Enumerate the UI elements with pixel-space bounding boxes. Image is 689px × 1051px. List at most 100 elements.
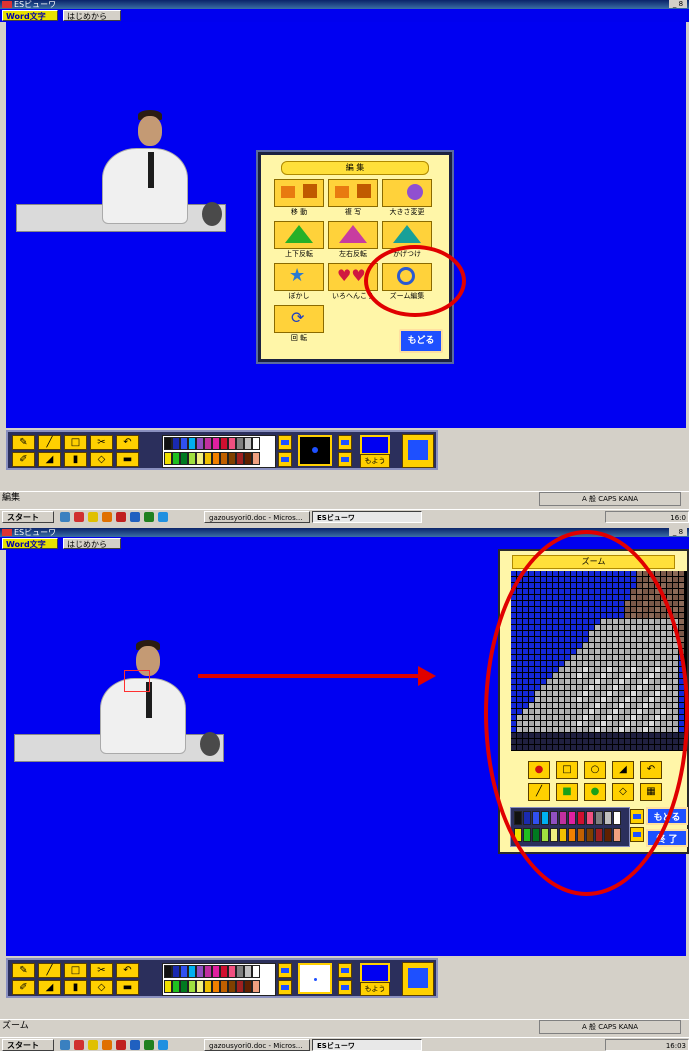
rectangle-tool-button[interactable]: □ <box>64 435 87 450</box>
zoom-pixel[interactable] <box>673 607 678 612</box>
zoom-pixel[interactable] <box>673 595 678 600</box>
swatch[interactable] <box>164 980 172 993</box>
zoom-pixel[interactable] <box>667 589 672 594</box>
zoom-selection-box[interactable] <box>124 670 150 692</box>
zoom-pixel[interactable] <box>679 589 684 594</box>
ime-toolbar[interactable]: A 般 CAPS KANA <box>539 492 681 506</box>
spray-tool-button[interactable]: ◢ <box>38 452 61 467</box>
tile-blur[interactable]: ★ ぼかし <box>273 263 325 303</box>
task-word-doc[interactable]: gazousyori0.doc - Micros... <box>204 511 310 523</box>
word-text-button[interactable]: Word文字 <box>2 10 58 21</box>
desktop-icon[interactable] <box>60 1040 70 1050</box>
restart-button[interactable]: はじめから <box>63 10 121 21</box>
pattern-button[interactable]: もよう <box>360 454 390 468</box>
ime-toolbar[interactable]: A 般 CAPS KANA <box>539 1020 681 1034</box>
task-word-doc[interactable]: gazousyori0.doc - Micros... <box>204 1039 310 1051</box>
zoom-pixel[interactable] <box>655 571 660 576</box>
task-es-viewer[interactable]: ESビューワ <box>312 1039 422 1051</box>
app-icon[interactable] <box>116 1040 126 1050</box>
size-up-button[interactable] <box>338 435 352 450</box>
zoom-pixel[interactable] <box>679 613 684 618</box>
app-icon[interactable] <box>130 1040 140 1050</box>
tile-rotate[interactable]: ⟳ 回 転 <box>273 305 325 345</box>
swatch[interactable] <box>196 437 204 450</box>
zoom-pixel[interactable] <box>667 571 672 576</box>
fill-tool-button[interactable]: ▮ <box>64 452 87 467</box>
swatch[interactable] <box>220 980 228 993</box>
pen-size-preview[interactable] <box>298 963 332 994</box>
swatch[interactable] <box>212 437 220 450</box>
swatch[interactable] <box>188 452 196 465</box>
app-icon[interactable] <box>144 1040 154 1050</box>
start-button[interactable]: スタート <box>2 511 54 523</box>
eraser-tool-button[interactable]: ◇ <box>90 452 113 467</box>
zoom-pixel[interactable] <box>673 601 678 606</box>
swatch[interactable] <box>228 965 236 978</box>
swatch[interactable] <box>196 965 204 978</box>
zoom-pixel[interactable] <box>679 619 684 624</box>
spray-tool-button[interactable]: ◢ <box>38 980 61 995</box>
zoom-pixel[interactable] <box>679 625 684 630</box>
swatch[interactable] <box>188 980 196 993</box>
swatch[interactable] <box>244 452 252 465</box>
size-up-button[interactable] <box>338 963 352 978</box>
app-icon[interactable] <box>130 512 140 522</box>
swatch[interactable] <box>252 452 260 465</box>
drawing-canvas[interactable]: 編 集 移 動 複 写 大きさ変更 上下反転 左右反転 かげつけ ★ ぼかし ♥… <box>6 22 686 428</box>
current-color[interactable] <box>360 963 390 983</box>
undo-tool-button[interactable]: ↶ <box>116 435 139 450</box>
app-icon[interactable] <box>102 512 112 522</box>
swatch[interactable] <box>252 437 260 450</box>
swatch[interactable] <box>188 965 196 978</box>
calculator-button[interactable] <box>402 962 434 996</box>
swatch[interactable] <box>180 980 188 993</box>
zoom-pixel[interactable] <box>679 607 684 612</box>
zoom-pixel[interactable] <box>667 595 672 600</box>
size-down-button[interactable] <box>338 452 352 467</box>
task-es-viewer[interactable]: ESビューワ <box>312 511 422 523</box>
swatch[interactable] <box>172 980 180 993</box>
zoom-pixel[interactable] <box>667 577 672 582</box>
desktop-icon[interactable] <box>60 512 70 522</box>
zoom-pixel[interactable] <box>673 589 678 594</box>
zoom-pixel[interactable] <box>661 583 666 588</box>
zoom-pixel[interactable] <box>673 577 678 582</box>
swatch[interactable] <box>228 980 236 993</box>
line-tool-button[interactable]: ╱ <box>38 963 61 978</box>
stamp2-tool-button[interactable]: ▬ <box>116 980 139 995</box>
swatch[interactable] <box>236 980 244 993</box>
pencil-tool-button[interactable]: ✐ <box>12 452 35 467</box>
current-color[interactable] <box>360 435 390 455</box>
swatch[interactable] <box>236 437 244 450</box>
swatch[interactable] <box>244 980 252 993</box>
stamp-tool-button[interactable]: ✂ <box>90 435 113 450</box>
zoom-pixel[interactable] <box>679 571 684 576</box>
app-icon[interactable] <box>144 512 154 522</box>
swatch[interactable] <box>180 965 188 978</box>
swatch[interactable] <box>212 965 220 978</box>
app-icon[interactable] <box>116 512 126 522</box>
tile-flip-horizontal[interactable]: 左右反転 <box>327 221 379 261</box>
zoom-pixel[interactable] <box>679 601 684 606</box>
swatch[interactable] <box>188 437 196 450</box>
swatch[interactable] <box>228 452 236 465</box>
tile-move[interactable]: 移 動 <box>273 179 325 219</box>
zoom-pixel[interactable] <box>673 583 678 588</box>
zoom-pixel[interactable] <box>679 631 684 636</box>
swatch[interactable] <box>172 965 180 978</box>
swatch[interactable] <box>180 452 188 465</box>
pen-size-preview[interactable] <box>298 435 332 466</box>
swatch[interactable] <box>236 965 244 978</box>
calculator-button[interactable] <box>402 434 434 468</box>
window-controls[interactable]: _ 8 <box>669 0 687 8</box>
tile-copy[interactable]: 複 写 <box>327 179 379 219</box>
swatch[interactable] <box>164 452 172 465</box>
undo-tool-button[interactable]: ↶ <box>116 963 139 978</box>
swatch[interactable] <box>244 965 252 978</box>
eraser-tool-button[interactable]: ◇ <box>90 980 113 995</box>
line-tool-button[interactable]: ╱ <box>38 435 61 450</box>
zoom-pixel[interactable] <box>679 583 684 588</box>
swatch[interactable] <box>228 437 236 450</box>
swatch[interactable] <box>164 437 172 450</box>
app-icon[interactable] <box>74 1040 84 1050</box>
